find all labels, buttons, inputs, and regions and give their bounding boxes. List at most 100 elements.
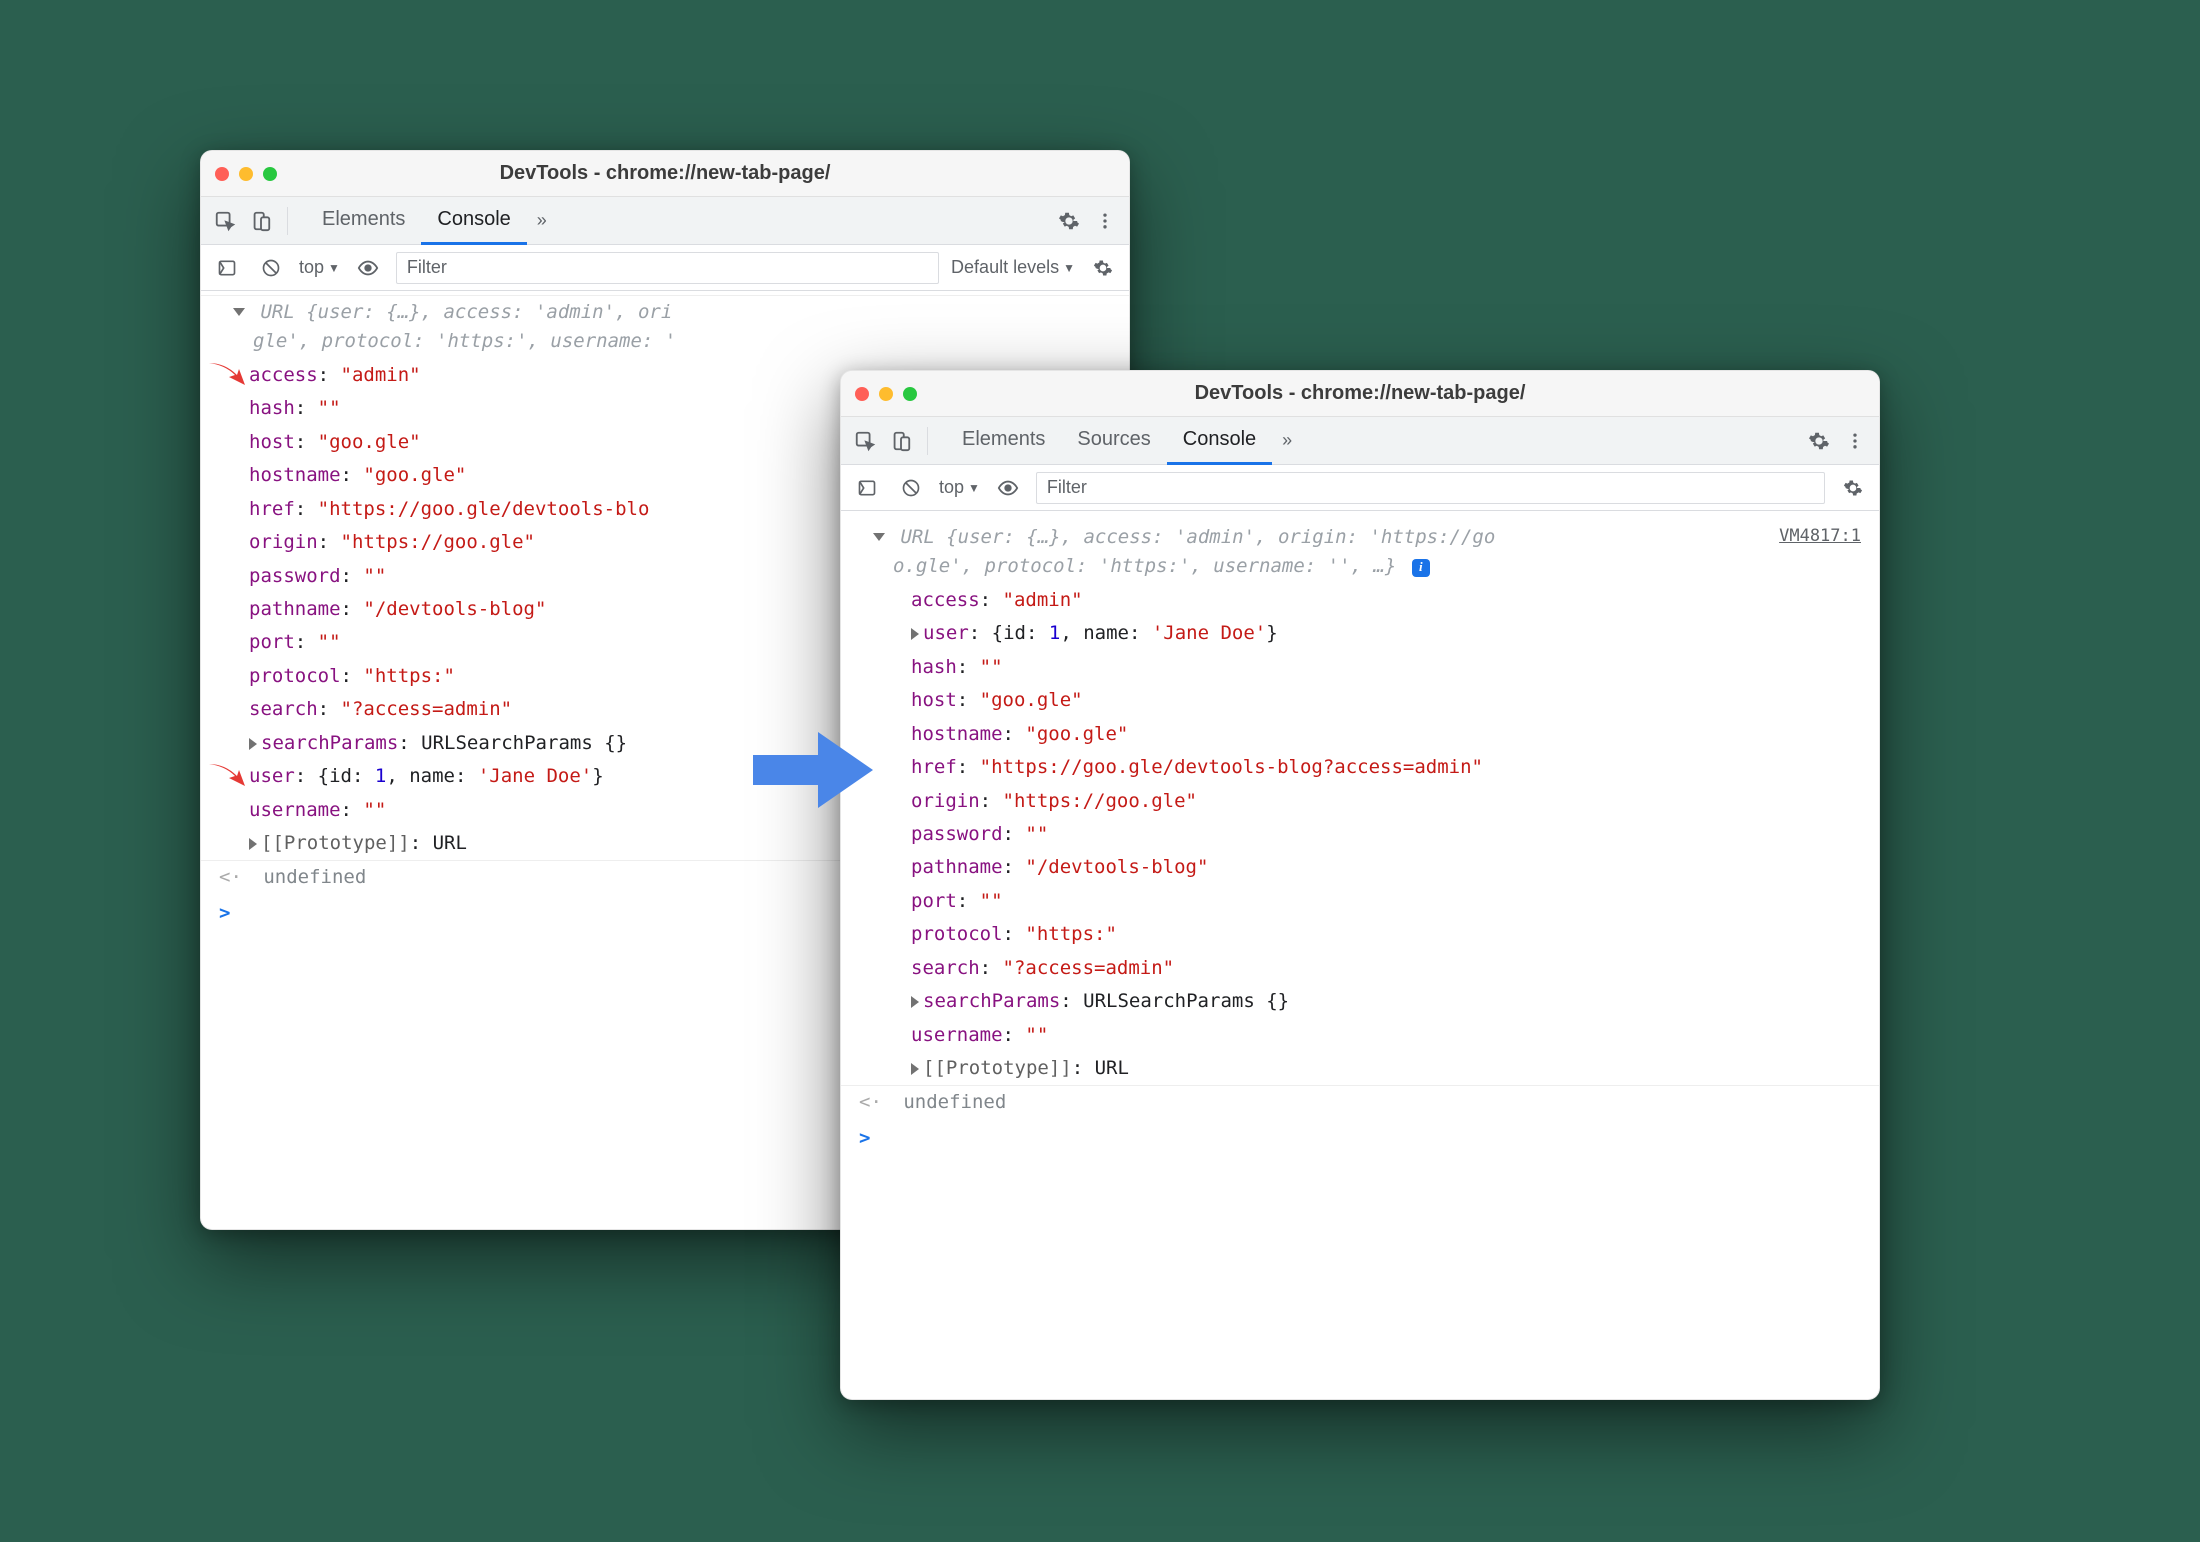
prop-href[interactable]: href: "https://goo.gle/devtools-blog?acc… xyxy=(841,751,1879,784)
prop-host[interactable]: host: "goo.gle" xyxy=(841,684,1879,717)
prop-key: access xyxy=(249,364,318,386)
prop-key: searchParams xyxy=(261,732,398,754)
prop-value: "https://goo.gle/devtools-blog?access=ad… xyxy=(980,756,1483,778)
disclosure-right-icon[interactable] xyxy=(249,838,257,850)
prop-pathname[interactable]: pathname: "/devtools-blog" xyxy=(841,851,1879,884)
prop-value: {id: 1, name: 'Jane Doe'} xyxy=(318,765,604,787)
kebab-icon[interactable] xyxy=(1089,205,1121,237)
prop-key: origin xyxy=(249,531,318,553)
output-marker-icon: <· xyxy=(859,1091,882,1113)
prop-value: "goo.gle" xyxy=(980,689,1083,711)
zoom-icon[interactable] xyxy=(903,387,917,401)
eye-icon[interactable] xyxy=(352,252,384,284)
gear-icon[interactable] xyxy=(1837,472,1869,504)
prop-value: "" xyxy=(318,631,341,653)
eye-icon[interactable] xyxy=(992,472,1024,504)
sidebar-toggle-icon[interactable] xyxy=(851,472,883,504)
context-selector[interactable]: top ▼ xyxy=(939,477,980,498)
kebab-icon[interactable] xyxy=(1839,425,1871,457)
prop-key: hash xyxy=(249,397,295,419)
prop-search[interactable]: search: "?access=admin" xyxy=(841,952,1879,985)
traffic-lights[interactable] xyxy=(215,167,277,181)
prop-password[interactable]: password: "" xyxy=(841,818,1879,851)
prop-access[interactable]: access: "admin" xyxy=(841,584,1879,617)
prop-key: password xyxy=(249,565,341,587)
device-toggle-icon[interactable] xyxy=(885,425,917,457)
prop-prototype[interactable]: [[Prototype]]: URL xyxy=(841,1052,1879,1085)
prop-protocol[interactable]: protocol: "https:" xyxy=(841,918,1879,951)
divider xyxy=(927,427,928,455)
disclosure-down-icon[interactable] xyxy=(233,308,245,316)
prop-key: href xyxy=(249,498,295,520)
device-toggle-icon[interactable] xyxy=(245,205,277,237)
prop-key: username xyxy=(911,1024,1003,1046)
filter-input[interactable]: Filter xyxy=(396,252,939,284)
prop-searchparams[interactable]: searchParams: URLSearchParams {} xyxy=(841,985,1879,1018)
filter-input[interactable]: Filter xyxy=(1036,472,1825,504)
console-prompt[interactable]: > xyxy=(841,1120,1879,1157)
filter-placeholder: Filter xyxy=(407,257,447,278)
gear-icon[interactable] xyxy=(1087,252,1119,284)
object-summary[interactable]: VM4817:1 URL {user: {…}, access: 'admin'… xyxy=(841,515,1879,584)
prop-value: "" xyxy=(318,397,341,419)
disclosure-right-icon[interactable] xyxy=(249,738,257,750)
prop-hostname[interactable]: hostname: "goo.gle" xyxy=(841,718,1879,751)
more-tabs-icon[interactable]: » xyxy=(527,210,557,231)
disclosure-right-icon[interactable] xyxy=(911,628,919,640)
inspect-icon[interactable] xyxy=(849,425,881,457)
inspect-icon[interactable] xyxy=(209,205,241,237)
source-link[interactable]: VM4817:1 xyxy=(1779,523,1861,549)
prop-value: "" xyxy=(363,565,386,587)
prop-value: "https://goo.gle/devtools-blo xyxy=(318,498,650,520)
zoom-icon[interactable] xyxy=(263,167,277,181)
prop-hash[interactable]: hash: "" xyxy=(841,651,1879,684)
undefined-text: undefined xyxy=(263,866,366,888)
levels-selector[interactable]: Default levels ▼ xyxy=(951,257,1075,278)
prop-value: "https://goo.gle" xyxy=(341,531,535,553)
more-tabs-icon[interactable]: » xyxy=(1272,430,1302,451)
prop-key: username xyxy=(249,799,341,821)
close-icon[interactable] xyxy=(855,387,869,401)
prop-value: "" xyxy=(363,799,386,821)
clear-console-icon[interactable] xyxy=(255,252,287,284)
prop-value: {id: 1, name: 'Jane Doe'} xyxy=(992,622,1278,644)
object-summary[interactable]: URL {user: {…}, access: 'admin', ori gle… xyxy=(201,295,1129,359)
prop-key: host xyxy=(249,431,295,453)
titlebar[interactable]: DevTools - chrome://new-tab-page/ xyxy=(841,371,1879,417)
main-toolbar: Elements Console » xyxy=(201,197,1129,245)
tab-console[interactable]: Console xyxy=(1167,418,1272,465)
levels-label: Default levels xyxy=(951,257,1059,278)
tab-elements[interactable]: Elements xyxy=(306,198,421,245)
context-selector[interactable]: top ▼ xyxy=(299,257,340,278)
tab-elements[interactable]: Elements xyxy=(946,418,1061,465)
prop-key: user xyxy=(249,765,295,787)
annotation-arrow-icon xyxy=(207,361,247,387)
sidebar-toggle-icon[interactable] xyxy=(211,252,243,284)
prop-key: password xyxy=(911,823,1003,845)
minimize-icon[interactable] xyxy=(879,387,893,401)
prop-port[interactable]: port: "" xyxy=(841,885,1879,918)
tab-console[interactable]: Console xyxy=(421,198,526,245)
output-undefined: <· undefined xyxy=(841,1085,1879,1119)
traffic-lights[interactable] xyxy=(855,387,917,401)
prop-value: "goo.gle" xyxy=(318,431,421,453)
divider xyxy=(287,207,288,235)
prop-value: URLSearchParams {} xyxy=(421,732,627,754)
prop-user[interactable]: user: {id: 1, name: 'Jane Doe'} xyxy=(841,617,1879,650)
console-body-right: VM4817:1 URL {user: {…}, access: 'admin'… xyxy=(841,511,1879,1161)
prop-origin[interactable]: origin: "https://goo.gle" xyxy=(841,785,1879,818)
disclosure-right-icon[interactable] xyxy=(911,1063,919,1075)
disclosure-down-icon[interactable] xyxy=(873,533,885,541)
disclosure-right-icon[interactable] xyxy=(911,996,919,1008)
tab-sources[interactable]: Sources xyxy=(1061,418,1166,465)
info-badge-icon[interactable]: i xyxy=(1412,559,1430,577)
titlebar[interactable]: DevTools - chrome://new-tab-page/ xyxy=(201,151,1129,197)
gear-icon[interactable] xyxy=(1053,205,1085,237)
prop-value: URL xyxy=(1095,1057,1129,1079)
clear-console-icon[interactable] xyxy=(895,472,927,504)
minimize-icon[interactable] xyxy=(239,167,253,181)
prop-username[interactable]: username: "" xyxy=(841,1019,1879,1052)
output-marker-icon: <· xyxy=(219,866,242,888)
close-icon[interactable] xyxy=(215,167,229,181)
gear-icon[interactable] xyxy=(1803,425,1835,457)
